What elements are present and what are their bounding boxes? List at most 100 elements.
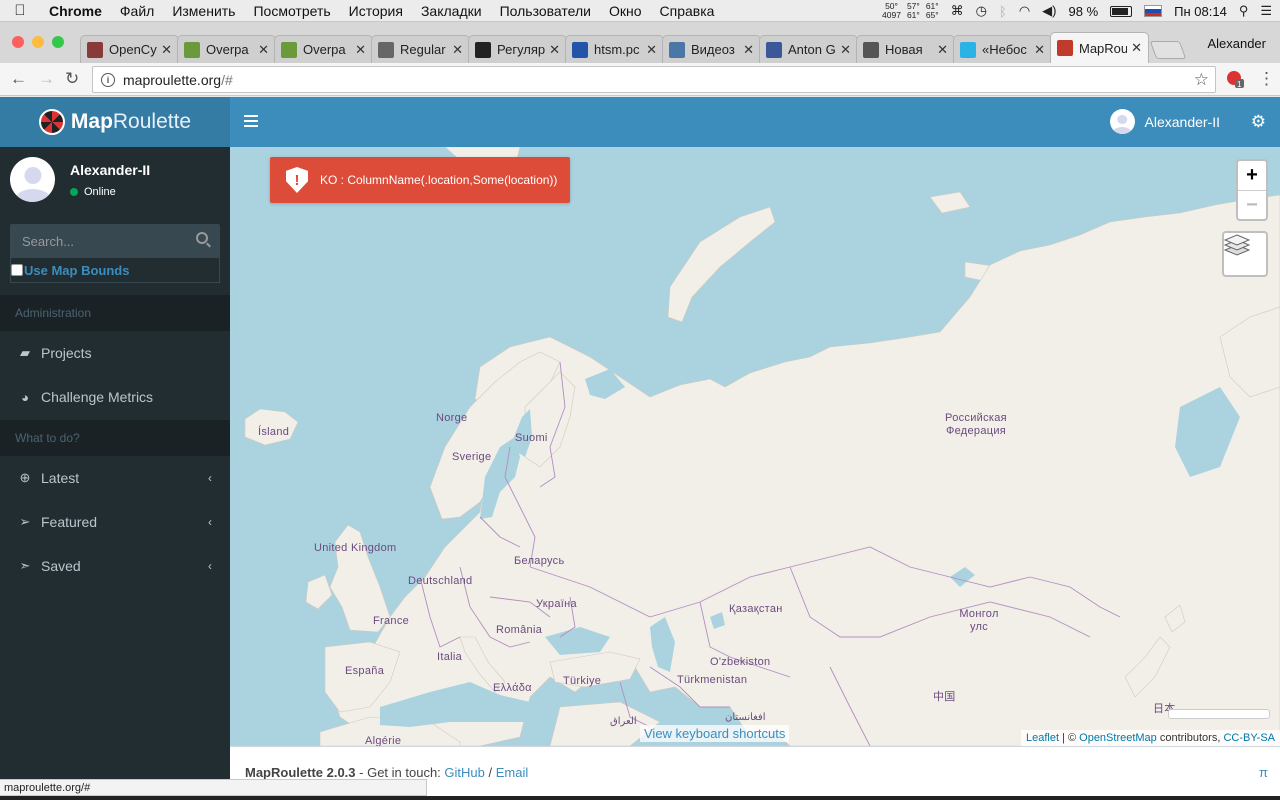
bookmark-star-icon[interactable]: ☆ <box>1194 70 1209 90</box>
section-administration: Administration <box>0 295 230 331</box>
browser-tab[interactable]: Регуляр ✕ <box>468 35 567 63</box>
sidebar-toggle-icon[interactable] <box>244 115 258 127</box>
extension-icon[interactable]: 1 <box>1226 70 1244 89</box>
error-message: KO : ColumnName(.location,Some(location)… <box>320 173 558 187</box>
browser-tabstrip: OpenCy ✕ Overpa ✕ Overpa ✕ Regular ✕ Регуляр ✕ hts… <box>0 22 1280 63</box>
browser-tab[interactable]: Новая ✕ <box>856 35 955 63</box>
pi-link[interactable]: π <box>1259 765 1268 780</box>
leaflet-link[interactable]: Leaflet <box>1026 732 1059 744</box>
tab-close-icon[interactable]: ✕ <box>452 42 463 58</box>
menu-window[interactable]: Окно <box>600 3 651 19</box>
browser-tab[interactable]: Regular ✕ <box>371 35 470 63</box>
browser-tab[interactable]: OpenCy ✕ <box>80 35 179 63</box>
notification-center-icon[interactable]: ☰ <box>1260 3 1272 19</box>
sidebar-item-featured[interactable]: ➢ Featured ‹ <box>0 500 230 544</box>
tab-close-icon[interactable]: ✕ <box>1131 40 1142 56</box>
tab-title: Overpa <box>303 42 346 57</box>
tab-title: OpenCy <box>109 42 157 57</box>
sidebar-item-saved[interactable]: ➣ Saved ‹ <box>0 544 230 588</box>
settings-gears-icon[interactable]: ⚙ <box>1251 112 1266 132</box>
menubar-clock[interactable]: Пн 08:14 <box>1174 4 1227 19</box>
url-path: /# <box>221 71 233 88</box>
osm-link[interactable]: OpenStreetMap <box>1079 732 1157 744</box>
menu-bookmarks[interactable]: Закладки <box>412 3 491 19</box>
sidebar-item-label: Challenge Metrics <box>41 389 154 405</box>
sidebar-item-label: Saved <box>41 558 81 574</box>
use-map-bounds-checkbox[interactable] <box>11 264 23 276</box>
roulette-wheel-icon <box>38 109 65 135</box>
time-machine-icon[interactable]: ◷ <box>976 3 987 19</box>
terminal-icon[interactable]: ⌘ <box>951 3 964 19</box>
error-alert[interactable]: ! KO : ColumnName(.location,Some(locatio… <box>270 157 570 203</box>
browser-tab[interactable]: MapRou ✕ <box>1050 32 1149 63</box>
menu-view[interactable]: Посмотреть <box>244 3 339 19</box>
browser-tab[interactable]: «Небос ✕ <box>953 35 1052 63</box>
map-label-sweden: Sverige <box>452 451 492 463</box>
new-tab-button[interactable] <box>1149 41 1187 59</box>
apple-icon[interactable]:  <box>0 2 40 19</box>
tab-close-icon[interactable]: ✕ <box>549 42 560 58</box>
keyboard-shortcuts-link[interactable]: View keyboard shortcuts <box>640 725 790 742</box>
profile-button[interactable]: Alexander <box>1207 36 1266 51</box>
close-window-button[interactable] <box>12 36 24 48</box>
tab-close-icon[interactable]: ✕ <box>840 42 851 58</box>
sidebar-item-latest[interactable]: ⊕ Latest ‹ <box>0 456 230 500</box>
header-user-menu[interactable]: Alexander-II <box>1109 109 1220 134</box>
back-arrow-icon[interactable]: ← <box>10 69 27 89</box>
license-link[interactable]: CC-BY-SA <box>1223 732 1275 744</box>
browser-tab[interactable]: htsm.pc ✕ <box>565 35 664 63</box>
online-status: Online <box>70 186 116 198</box>
tab-close-icon[interactable]: ✕ <box>937 42 948 58</box>
menu-history[interactable]: История <box>340 3 412 19</box>
browser-tab[interactable]: Overpa ✕ <box>274 35 373 63</box>
tab-close-icon[interactable]: ✕ <box>355 42 366 58</box>
sidebar: Alexander-II Online Search... Use Map Bo… <box>0 147 230 780</box>
map-label-iceland: Ísland <box>258 426 290 438</box>
map-scale-bar <box>1168 709 1270 719</box>
map-label-finland: Suomi <box>515 432 548 444</box>
reload-icon[interactable]: ↻ <box>65 69 79 89</box>
browser-tab[interactable]: Видеоз ✕ <box>662 35 761 63</box>
bluetooth-icon[interactable]: ᛒ <box>999 4 1007 19</box>
menu-help[interactable]: Справка <box>651 3 724 19</box>
tab-close-icon[interactable]: ✕ <box>1034 42 1045 58</box>
browser-tab[interactable]: Overpa ✕ <box>177 35 276 63</box>
email-link[interactable]: Email <box>496 765 529 780</box>
site-info-icon[interactable]: i <box>101 72 115 87</box>
menu-app-name[interactable]: Chrome <box>40 3 111 19</box>
sidebar-item-challenge-metrics[interactable]: ◕ Challenge Metrics <box>0 375 230 419</box>
zoom-in-button[interactable]: + <box>1238 161 1266 190</box>
menu-people[interactable]: Пользователи <box>491 3 600 19</box>
tab-title: Regular <box>400 42 446 57</box>
chrome-menu-icon[interactable]: ⋮ <box>1258 69 1275 89</box>
github-link[interactable]: GitHub <box>444 765 484 780</box>
input-source-flag-icon[interactable] <box>1144 5 1163 17</box>
sidebar-item-projects[interactable]: ▰ Projects <box>0 331 230 375</box>
browser-tab[interactable]: Anton G ✕ <box>759 35 858 63</box>
tab-close-icon[interactable]: ✕ <box>161 42 172 58</box>
battery-icon[interactable] <box>1110 5 1133 17</box>
search-icon[interactable] <box>196 232 208 244</box>
minimize-window-button[interactable] <box>32 36 44 48</box>
zoom-out-button[interactable]: − <box>1238 190 1266 219</box>
menu-edit[interactable]: Изменить <box>163 3 244 19</box>
forward-arrow-icon[interactable]: → <box>38 69 55 89</box>
menu-file[interactable]: Файл <box>111 3 163 19</box>
layers-button[interactable] <box>1222 231 1268 277</box>
volume-icon[interactable]: ◀) <box>1042 3 1056 19</box>
wifi-icon[interactable]: ◠ <box>1019 3 1030 19</box>
tab-close-icon[interactable]: ✕ <box>743 42 754 58</box>
url-host: maproulette.org <box>123 71 222 88</box>
address-bar[interactable]: i maproulette.org/# ☆ <box>92 66 1216 93</box>
map-label-italy: Italia <box>437 651 463 663</box>
search-input[interactable]: Search... <box>10 224 220 258</box>
battery-percent: 98 % <box>1068 3 1099 19</box>
maximize-window-button[interactable] <box>52 36 64 48</box>
tab-close-icon[interactable]: ✕ <box>646 42 657 58</box>
map-label-romania: România <box>496 624 543 636</box>
spotlight-icon[interactable]: ⚲ <box>1239 3 1249 19</box>
map-view[interactable]: Ísland Norge Sverige Suomi Российская Фе… <box>230 147 1280 746</box>
tab-close-icon[interactable]: ✕ <box>258 42 269 58</box>
use-map-bounds-label[interactable]: Use Map Bounds <box>24 263 129 278</box>
maproulette-logo[interactable]: Map Roulette <box>0 97 230 147</box>
